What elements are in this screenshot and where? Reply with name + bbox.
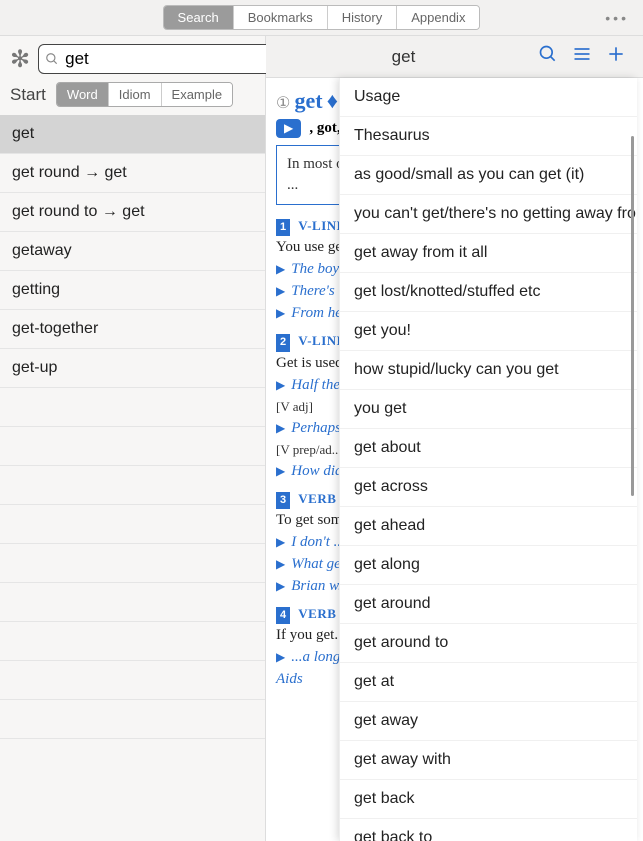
tab-appendix[interactable]: Appendix: [397, 6, 479, 29]
result-row-empty: [0, 505, 265, 544]
result-row[interactable]: get round to → get: [0, 193, 265, 232]
result-row-empty: [0, 388, 265, 427]
dropdown-item[interactable]: get ahead: [340, 507, 637, 546]
wildcard-icon[interactable]: ✻: [10, 45, 30, 74]
dropdown-item[interactable]: get lost/knotted/stuffed etc: [340, 273, 637, 312]
dropdown-item[interactable]: get at: [340, 663, 637, 702]
sense-number: 4: [276, 607, 290, 624]
right-panel: get ① get ♦ ▶ , got, getting, got In mos…: [266, 36, 643, 841]
example-bullet-icon: ▶: [276, 284, 285, 298]
filter-segment: Word Idiom Example: [56, 82, 233, 107]
phrases-dropdown: UsageThesaurusas good/small as you can g…: [339, 78, 637, 841]
menu-icon[interactable]: [565, 44, 599, 69]
sense-number: 1: [276, 219, 290, 236]
pattern: [V prep/ad...: [276, 442, 341, 457]
dropdown-item[interactable]: Usage: [340, 78, 637, 117]
example-bullet-icon: ▶: [276, 421, 285, 435]
example-bullet-icon: ▶: [276, 378, 285, 392]
filter-word[interactable]: Word: [57, 83, 109, 106]
frequency-icon: ♦: [327, 88, 338, 113]
start-label[interactable]: Start: [10, 85, 46, 105]
result-row-empty: [0, 661, 265, 700]
dropdown-item[interactable]: get back: [340, 780, 637, 819]
tab-search[interactable]: Search: [164, 6, 234, 29]
dropdown-item[interactable]: as good/small as you can get (it): [340, 156, 637, 195]
pattern: [V adj]: [276, 399, 313, 414]
dropdown-item[interactable]: get along: [340, 546, 637, 585]
filter-idiom[interactable]: Idiom: [109, 83, 162, 106]
scrollbar[interactable]: [631, 136, 634, 496]
example-bullet-icon: ▶: [276, 535, 285, 549]
dropdown-item[interactable]: get around: [340, 585, 637, 624]
result-row[interactable]: getaway: [0, 232, 265, 271]
pos-label: VERB: [298, 491, 336, 506]
left-panel: ✻ ✕ Start Word Idiom Example getget roun…: [0, 36, 266, 841]
top-tab-bar: Search Bookmarks History Appendix •••: [0, 0, 643, 36]
tab-bookmarks[interactable]: Bookmarks: [234, 6, 328, 29]
example-bullet-icon: ▶: [276, 306, 285, 320]
example-bullet-icon: ▶: [276, 262, 285, 276]
dropdown-item[interactable]: get away from it all: [340, 234, 637, 273]
search-icon: [45, 52, 59, 66]
result-row-empty: [0, 700, 265, 739]
entry-number: ①: [276, 95, 290, 112]
tab-history[interactable]: History: [328, 6, 397, 29]
entry-header: get: [266, 36, 643, 78]
dropdown-item[interactable]: how stupid/lucky can you get: [340, 351, 637, 390]
dropdown-item[interactable]: get about: [340, 429, 637, 468]
result-row[interactable]: get: [0, 115, 265, 154]
example: I don't ...: [291, 534, 345, 550]
dropdown-item[interactable]: get around to: [340, 624, 637, 663]
sense-number: 2: [276, 334, 290, 351]
example-bullet-icon: ▶: [276, 464, 285, 478]
entry-title: get: [276, 47, 531, 67]
dropdown-item[interactable]: get back to: [340, 819, 637, 841]
result-row[interactable]: getting: [0, 271, 265, 310]
filter-example[interactable]: Example: [162, 83, 233, 106]
audio-icon[interactable]: ▶: [276, 119, 301, 138]
more-icon[interactable]: •••: [605, 10, 629, 26]
pos-label: VERB: [298, 606, 336, 621]
search-entry-icon[interactable]: [531, 44, 565, 69]
result-row[interactable]: get round → get: [0, 154, 265, 193]
result-row[interactable]: get-together: [0, 310, 265, 349]
headword: get: [295, 88, 323, 113]
dropdown-item[interactable]: get you!: [340, 312, 637, 351]
example-bullet-icon: ▶: [276, 579, 285, 593]
results-list: getget round → getget round to → getgeta…: [0, 115, 265, 841]
result-row[interactable]: get-up: [0, 349, 265, 388]
result-row-empty: [0, 544, 265, 583]
dropdown-item[interactable]: get away: [340, 702, 637, 741]
example-bullet-icon: ▶: [276, 650, 285, 664]
top-segment: Search Bookmarks History Appendix: [163, 5, 481, 30]
dropdown-item[interactable]: Thesaurus: [340, 117, 637, 156]
result-row-empty: [0, 583, 265, 622]
search-input[interactable]: [59, 47, 292, 71]
example-bullet-icon: ▶: [276, 557, 285, 571]
dropdown-item[interactable]: you get: [340, 390, 637, 429]
sense-number: 3: [276, 492, 290, 509]
dropdown-item[interactable]: get away with: [340, 741, 637, 780]
dropdown-item[interactable]: you can't get/there's no getting away fr…: [340, 195, 637, 234]
result-row-empty: [0, 427, 265, 466]
add-icon[interactable]: [599, 44, 633, 69]
result-row-empty: [0, 622, 265, 661]
dropdown-item[interactable]: get across: [340, 468, 637, 507]
result-row-empty: [0, 466, 265, 505]
